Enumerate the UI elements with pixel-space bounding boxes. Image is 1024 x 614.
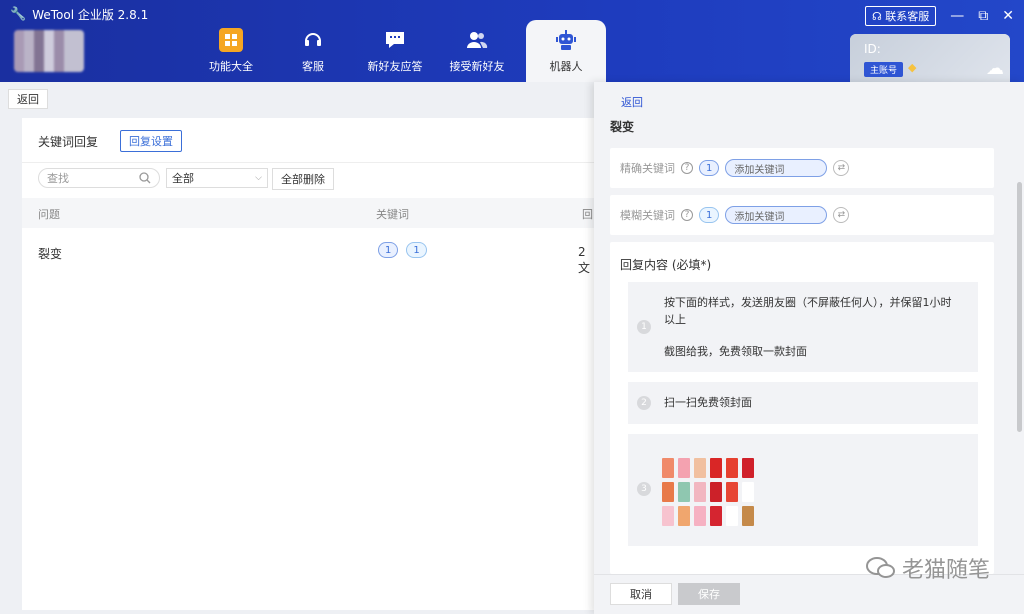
avatar[interactable] — [14, 30, 84, 72]
account-card[interactable]: ID: 主账号 ◆ ☁ — [850, 34, 1010, 82]
filter-value: 全部 — [172, 172, 194, 185]
nav-label: 机器人 — [549, 60, 583, 73]
table-header: 问题 关键词 回 — [22, 198, 594, 228]
column-reply: 回 — [582, 208, 593, 221]
reply-item[interactable]: 2 扫一扫免费领封面 — [628, 382, 978, 424]
drawer-title: 裂变 — [610, 120, 635, 134]
reply-content-section: 回复内容 (必填*) 1 按下面的样式，发送朋友圈（不屏蔽任何人），并保留1小时… — [610, 242, 994, 574]
help-icon[interactable]: ? — [681, 209, 693, 221]
add-exact-keyword-input[interactable]: 添加关键词 — [725, 159, 828, 177]
nav-item-new-friend-reply[interactable]: 新好友应答 — [354, 20, 436, 82]
robot-icon — [554, 28, 578, 52]
contact-label: 联系客服 — [885, 10, 930, 23]
exact-keyword-section: 精确关键词 ? 1 添加关键词 ⇄ — [610, 148, 994, 188]
cover-image-preview — [662, 458, 762, 526]
item-text: 截图给我，免费领取一款封面 — [664, 345, 807, 358]
save-button[interactable]: 保存 — [678, 583, 740, 605]
drawer-back-link[interactable]: 返回 — [621, 94, 643, 110]
nav-label: 接受新好友 — [449, 60, 505, 73]
contact-support-button[interactable]: ☊ 联系客服 — [864, 6, 937, 26]
keyword-reply-panel: 关键词回复 回复设置 查找 全部 ⌵ 全部删除 问题 关键词 回 裂变 1 1 … — [22, 118, 594, 610]
item-number: 3 — [637, 482, 651, 496]
nav-item-accept-friend[interactable]: 接受新好友 — [436, 20, 518, 82]
headset-icon — [301, 28, 325, 52]
column-keyword: 关键词 — [376, 208, 409, 221]
row-keywords: 1 1 — [378, 242, 427, 258]
restore-icon[interactable]: ⧉ — [978, 9, 988, 23]
swap-icon[interactable]: ⇄ — [833, 207, 850, 223]
cloud-icon[interactable]: ☁ — [986, 58, 1004, 79]
nav-item-service[interactable]: 客服 — [272, 20, 354, 82]
edit-drawer: 返回 裂变 精确关键词 ? 1 添加关键词 ⇄ 模糊关键词 ? 1 添加关键词 … — [594, 82, 1024, 614]
fuzzy-keyword-pill[interactable]: 1 — [699, 207, 720, 223]
nav-label: 功能大全 — [209, 60, 253, 73]
grid-icon — [219, 28, 243, 52]
exact-keyword-count[interactable]: 1 — [378, 242, 399, 258]
reply-settings-button[interactable]: 回复设置 — [120, 130, 182, 152]
close-icon[interactable]: ✕ — [1002, 9, 1014, 23]
filter-select[interactable]: 全部 ⌵ — [166, 168, 268, 188]
reply-content-title: 回复内容 (必填*) — [620, 258, 712, 272]
fuzzy-keyword-label: 模糊关键词 — [620, 209, 675, 222]
watermark-text: 老猫随笔 — [901, 558, 990, 583]
swap-icon[interactable]: ⇄ — [833, 160, 850, 176]
item-text: 扫一扫免费领封面 — [664, 396, 752, 409]
back-button[interactable]: 返回 — [8, 89, 48, 109]
wechat-icon — [865, 557, 895, 578]
exact-keyword-pill[interactable]: 1 — [699, 160, 720, 176]
row-reply: 2文 — [578, 245, 591, 275]
chevron-down-icon: ⌵ — [255, 173, 262, 183]
cancel-button[interactable]: 取消 — [610, 583, 672, 605]
fuzzy-keyword-count[interactable]: 1 — [406, 242, 427, 258]
panel-title: 关键词回复 — [38, 135, 99, 149]
reply-item[interactable]: 1 按下面的样式，发送朋友圈（不屏蔽任何人），并保留1小时 以上 截图给我，免费… — [628, 282, 978, 372]
account-id-label: ID: — [864, 42, 881, 56]
main-account-badge: 主账号 — [864, 62, 904, 77]
item-text: 按下面的样式，发送朋友圈（不屏蔽任何人），并保留1小时 — [664, 296, 952, 309]
app-title: 🔧 WeTool 企业版 2.8.1 — [10, 6, 148, 23]
diamond-icon: ◆ — [908, 61, 917, 74]
reply-item[interactable]: 3 — [628, 434, 978, 546]
nav-label: 客服 — [302, 60, 324, 73]
chat-icon — [383, 28, 407, 52]
wrench-icon: 🔧 — [10, 7, 27, 22]
divider — [22, 162, 594, 163]
window-controls: ☊ 联系客服 — ⧉ ✕ — [864, 6, 1014, 26]
item-number: 1 — [637, 320, 651, 334]
add-fuzzy-keyword-input[interactable]: 添加关键词 — [725, 206, 828, 224]
app-title-text: WeTool 企业版 2.8.1 — [32, 8, 149, 22]
delete-all-button[interactable]: 全部删除 — [272, 168, 334, 190]
search-icon — [139, 172, 151, 184]
search-input[interactable]: 查找 — [38, 168, 160, 188]
help-icon[interactable]: ? — [681, 162, 693, 174]
fuzzy-keyword-section: 模糊关键词 ? 1 添加关键词 ⇄ — [610, 195, 994, 235]
scrollbar[interactable] — [1017, 182, 1022, 432]
search-placeholder: 查找 — [47, 172, 69, 185]
title-bar: 🔧 WeTool 企业版 2.8.1 功能大全 客服 新好友应答 接受新好友 机… — [0, 0, 1024, 82]
nav-item-features[interactable]: 功能大全 — [190, 20, 272, 82]
row-question[interactable]: 裂变 — [38, 245, 62, 262]
main-nav: 功能大全 客服 新好友应答 接受新好友 机器人 — [190, 20, 606, 82]
exact-keyword-label: 精确关键词 — [620, 162, 675, 175]
users-icon — [465, 28, 489, 52]
item-number: 2 — [637, 396, 651, 410]
nav-label: 新好友应答 — [367, 60, 423, 73]
column-question: 问题 — [38, 208, 60, 221]
headset-icon: ☊ — [871, 10, 882, 23]
nav-item-robot[interactable]: 机器人 — [526, 20, 606, 82]
watermark: 老猫随笔 — [865, 552, 990, 584]
item-text: 以上 — [664, 313, 686, 326]
minimize-icon[interactable]: — — [950, 9, 964, 23]
